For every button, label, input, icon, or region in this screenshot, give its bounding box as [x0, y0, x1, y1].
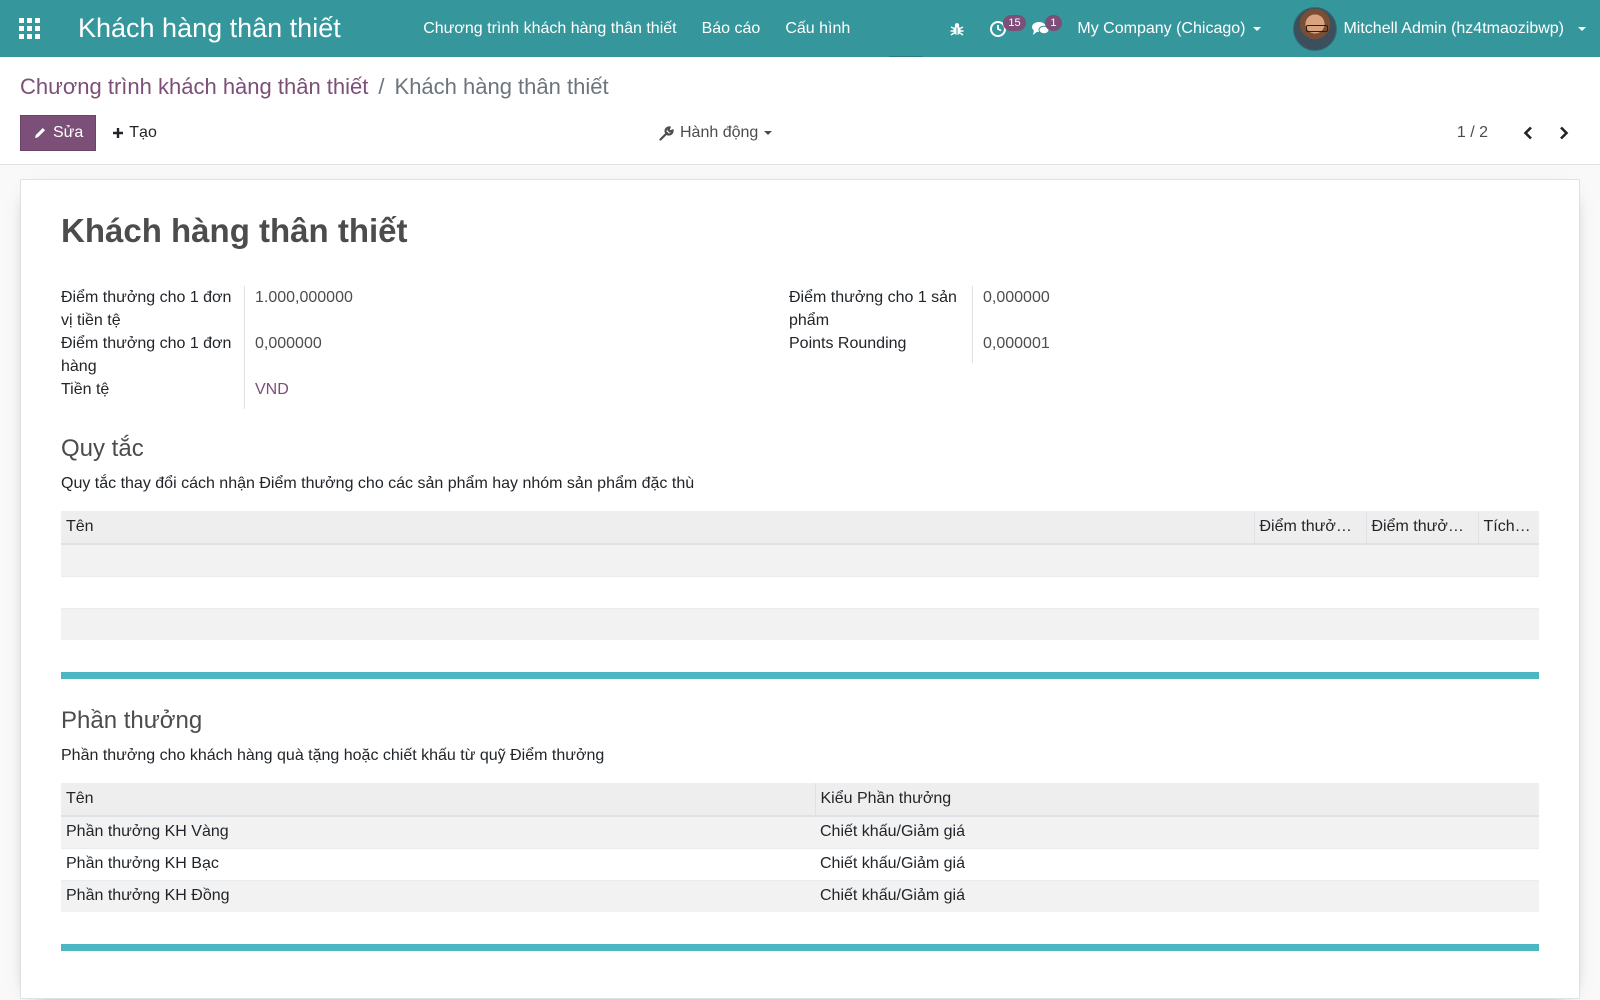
- column-header-accumulate[interactable]: Tích l...: [1477, 511, 1539, 545]
- column-header-points-1[interactable]: Điểm thưởng...: [1253, 511, 1366, 545]
- reward-type-cell: Chiết khấu/Giảm giá: [815, 879, 1539, 912]
- messages-button[interactable]: 1: [1019, 0, 1063, 57]
- section-separator: [61, 672, 1539, 679]
- field-label: Điểm thưởng cho 1 đơn vị tiền tệ: [61, 286, 245, 332]
- chevron-down-icon: [1253, 26, 1262, 31]
- activity-button[interactable]: 15: [977, 0, 1026, 57]
- table-row[interactable]: Phần thưởng KH Đồng Chiết khấu/Giảm giá: [61, 879, 1539, 912]
- right-field-group: Điểm thưởng cho 1 sản phẩm 0,000000 Poin…: [789, 286, 1529, 409]
- pager: 1 / 2: [1457, 115, 1580, 151]
- edit-label: Sửa: [53, 124, 84, 141]
- column-header-name[interactable]: Tên: [61, 511, 1254, 545]
- record-title: Khách hàng thân thiết: [61, 212, 408, 249]
- action-label: Hành động: [680, 124, 759, 141]
- breadcrumb: Chương trình khách hàng thân thiết / Khá…: [20, 57, 1580, 100]
- field-points-per-product: Điểm thưởng cho 1 sản phẩm 0,000000: [789, 286, 1529, 332]
- field-points-rounding: Points Rounding 0,000001: [789, 332, 1529, 363]
- breadcrumb-current: Khách hàng thân thiết: [394, 74, 609, 99]
- company-switcher[interactable]: My Company (Chicago): [1063, 20, 1277, 38]
- reward-type-cell: Chiết khấu/Giảm giá: [815, 847, 1539, 880]
- plus-icon: [113, 128, 124, 138]
- create-label: Tạo: [129, 124, 157, 141]
- chevron-left-icon: [1523, 126, 1532, 140]
- systray: 15 1 My Company (Chicago) Mitchell Admin…: [889, 0, 1600, 57]
- menu-item-loyalty-programs[interactable]: Chương trình khách hàng thân thiết: [411, 0, 689, 57]
- field-label: Points Rounding: [789, 332, 973, 363]
- field-points-per-currency: Điểm thưởng cho 1 đơn vị tiền tệ 1.000,0…: [61, 286, 789, 332]
- field-points-per-order: Điểm thưởng cho 1 đơn hàng 0,000000: [61, 332, 789, 378]
- company-name: My Company (Chicago): [1077, 19, 1246, 37]
- pager-next-button[interactable]: [1548, 117, 1580, 149]
- empty-row: [61, 607, 1539, 640]
- bug-icon: [950, 22, 964, 36]
- column-header-points-2[interactable]: Điểm thưởng...: [1365, 511, 1478, 545]
- menu-item-reports[interactable]: Báo cáo: [689, 0, 773, 57]
- empty-row: [61, 543, 1539, 576]
- column-header-name[interactable]: Tên: [61, 783, 815, 817]
- rewards-section-description: Phần thưởng cho khách hàng quà tặng hoặc…: [61, 747, 605, 764]
- rules-table: Tên Điểm thưởng... Điểm thưởng... Tích l…: [61, 511, 1539, 640]
- column-header-reward-type[interactable]: Kiểu Phần thưởng: [814, 783, 1539, 817]
- empty-row: [61, 575, 1539, 608]
- field-value: 1.000,000000: [255, 289, 353, 306]
- reward-name-cell: Phần thưởng KH Vàng: [61, 815, 815, 848]
- field-currency: Tiền tệ VND: [61, 378, 789, 409]
- chevron-down-icon: [764, 131, 773, 135]
- apps-grid-icon: [18, 18, 40, 39]
- pencil-icon: [35, 128, 45, 138]
- edit-button[interactable]: Sửa: [20, 115, 97, 151]
- field-label: Tiền tệ: [61, 378, 245, 409]
- table-row[interactable]: Phần thưởng KH Bạc Chiết khấu/Giảm giá: [61, 847, 1539, 880]
- rewards-table: Tên Kiểu Phần thưởng Phần thưởng KH Vàng…: [61, 783, 1539, 912]
- left-field-group: Điểm thưởng cho 1 đơn vị tiền tệ 1.000,0…: [61, 286, 789, 409]
- rewards-section-title: Phần thưởng: [61, 707, 203, 734]
- field-value: 0,000000: [255, 335, 322, 352]
- chevron-right-icon: [1560, 126, 1569, 140]
- table-header-row: Tên Kiểu Phần thưởng: [61, 783, 1539, 817]
- form-view: Khách hàng thân thiết Điểm thưởng cho 1 …: [0, 165, 1600, 999]
- user-menu[interactable]: Mitchell Admin (hz4tmaozibwp): [1277, 6, 1586, 51]
- field-label: Điểm thưởng cho 1 đơn hàng: [61, 332, 245, 378]
- currency-link[interactable]: VND: [245, 378, 289, 409]
- form-sheet: Khách hàng thân thiết Điểm thưởng cho 1 …: [20, 179, 1580, 999]
- debug-button[interactable]: [937, 0, 977, 57]
- pager-value[interactable]: 1 / 2: [1457, 124, 1508, 142]
- user-name: Mitchell Admin (hz4tmaozibwp): [1343, 19, 1564, 37]
- table-header-row: Tên Điểm thưởng... Điểm thưởng... Tích l…: [61, 511, 1539, 545]
- top-navbar: Khách hàng thân thiết Chương trình khách…: [0, 0, 1600, 57]
- action-dropdown[interactable]: Hành động: [659, 115, 773, 151]
- rules-section-title: Quy tắc: [61, 435, 144, 462]
- chevron-down-icon: [1578, 26, 1586, 31]
- create-button[interactable]: Tạo: [96, 115, 173, 151]
- main-menu: Chương trình khách hàng thân thiết Báo c…: [411, 0, 863, 57]
- control-panel: Chương trình khách hàng thân thiết / Khá…: [0, 57, 1600, 165]
- reward-name-cell: Phần thưởng KH Bạc: [61, 847, 815, 880]
- menu-divider: [889, 0, 924, 57]
- toolbar: Sửa Tạo Hành động 1 / 2: [20, 115, 1580, 151]
- breadcrumb-separator: /: [378, 74, 385, 99]
- breadcrumb-parent-link[interactable]: Chương trình khách hàng thân thiết: [20, 74, 368, 100]
- field-groups: Điểm thưởng cho 1 đơn vị tiền tệ 1.000,0…: [61, 286, 1539, 409]
- message-count-badge: 1: [1045, 15, 1062, 31]
- rules-section-description: Quy tắc thay đổi cách nhận Điểm thưởng c…: [61, 475, 695, 492]
- table-row[interactable]: Phần thưởng KH Vàng Chiết khấu/Giảm giá: [61, 815, 1539, 848]
- wrench-icon: [659, 125, 674, 141]
- reward-name-cell: Phần thưởng KH Đồng: [61, 879, 815, 912]
- apps-menu-button[interactable]: [0, 0, 58, 57]
- field-value: 0,000001: [983, 335, 1050, 352]
- reward-type-cell: Chiết khấu/Giảm giá: [815, 815, 1539, 848]
- field-label: Điểm thưởng cho 1 sản phẩm: [789, 286, 973, 332]
- section-separator: [61, 944, 1539, 951]
- menu-item-configuration[interactable]: Cấu hình: [773, 0, 863, 57]
- avatar: [1293, 6, 1338, 51]
- field-value: 0,000000: [983, 289, 1050, 306]
- pager-previous-button[interactable]: [1512, 117, 1544, 149]
- app-title[interactable]: Khách hàng thân thiết: [58, 13, 411, 44]
